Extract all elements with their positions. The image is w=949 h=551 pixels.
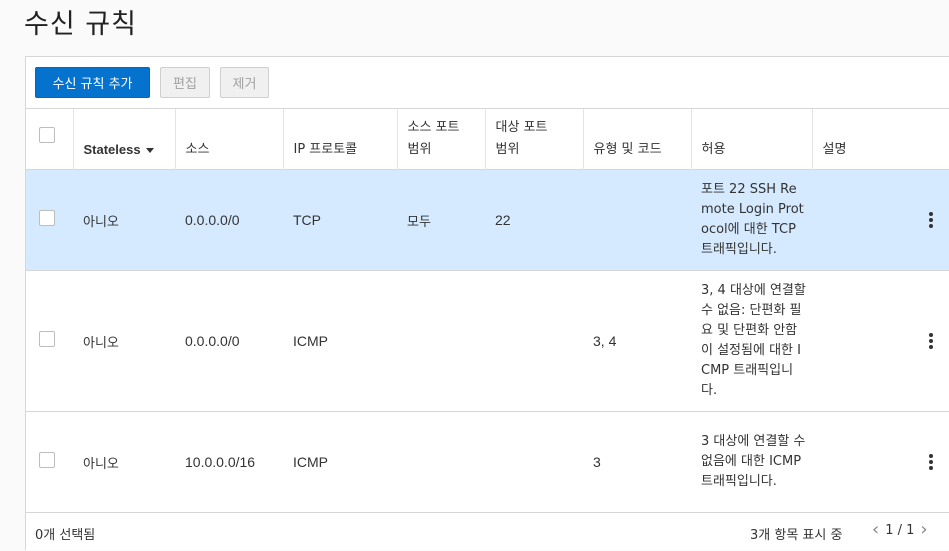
rules-table: Stateless 소스 IP 프로토콜 소스 포트 범위 대상 포트 범위 유… — [26, 108, 949, 513]
row-select-cell — [26, 411, 73, 513]
cell-type-code — [583, 169, 691, 271]
cell-type-code: 3 — [583, 411, 691, 513]
edit-button[interactable]: 편집 — [160, 67, 210, 98]
cell-stateless: 아니오 — [73, 270, 175, 412]
cell-allows: 3, 4 대상에 연결할 수 없음: 단편화 필요 및 단편화 안함이 설정됨에… — [691, 270, 812, 412]
cell-description — [812, 169, 949, 271]
cell-ip-protocol: ICMP — [283, 411, 397, 513]
table-row[interactable]: 아니오 0.0.0.0/0 TCP 모두 22 포트 22 SSH Remote… — [26, 169, 949, 271]
remove-button[interactable]: 제거 — [220, 67, 269, 98]
row-checkbox[interactable] — [39, 210, 55, 226]
cell-allows: 포트 22 SSH Remote Login Protocol에 대한 TCP … — [691, 169, 812, 271]
add-ingress-rule-button[interactable]: 수신 규칙 추가 — [35, 67, 150, 98]
cell-description — [812, 270, 949, 412]
table-header-row: Stateless 소스 IP 프로토콜 소스 포트 범위 대상 포트 범위 유… — [26, 108, 949, 170]
cell-source: 0.0.0.0/0 — [175, 270, 283, 412]
selected-count: 0개 선택됨 — [35, 528, 96, 543]
cell-dest-port — [485, 270, 583, 412]
select-all-cell — [26, 108, 73, 170]
row-checkbox[interactable] — [39, 331, 55, 347]
cell-description — [812, 411, 949, 513]
cell-allows: 3 대상에 연결할 수 없음에 대한 ICMP 트래픽입니다. — [691, 411, 812, 513]
column-header-ip-protocol: IP 프로토콜 — [282, 108, 397, 170]
cell-source-port: 모두 — [397, 169, 485, 271]
cell-source-port — [397, 411, 485, 513]
row-actions-menu-icon[interactable] — [926, 454, 936, 471]
cell-source: 0.0.0.0/0 — [175, 169, 283, 271]
row-checkbox[interactable] — [39, 452, 55, 469]
column-header-source-port: 소스 포트 범위 — [396, 108, 485, 170]
column-header-stateless[interactable]: Stateless — [72, 108, 175, 170]
column-header-description: 설명 — [811, 108, 949, 170]
row-actions-menu-icon[interactable] — [926, 333, 936, 349]
column-header-source: 소스 — [174, 108, 283, 170]
cell-dest-port: 22 — [485, 169, 583, 271]
chevron-left-icon[interactable]: ‹ — [872, 521, 879, 539]
row-select-cell — [26, 169, 73, 271]
items-count: 3개 항목 표시 중 — [750, 528, 843, 543]
cell-dest-port — [485, 411, 583, 513]
chevron-right-icon[interactable]: › — [920, 521, 927, 539]
page-indicator: 1 / 1 — [885, 522, 915, 538]
table-row[interactable]: 아니오 10.0.0.0/16 ICMP 3 3 대상에 연결할 수 없음에 대… — [26, 411, 949, 513]
cell-stateless: 아니오 — [73, 169, 175, 271]
ingress-rules-panel: 수신 규칙 추가 편집 제거 Stateless 소스 IP 프로토콜 소스 포… — [25, 56, 949, 550]
cell-ip-protocol: TCP — [283, 169, 397, 271]
pagination: ‹ 1 / 1 › — [872, 521, 928, 539]
column-header-type-code: 유형 및 코드 — [582, 108, 691, 170]
cell-source: 10.0.0.0/16 — [175, 411, 283, 513]
cell-ip-protocol: ICMP — [283, 270, 397, 412]
sort-caret-icon — [145, 148, 154, 154]
cell-type-code: 3, 4 — [583, 270, 691, 412]
table-footer: 0개 선택됨 3개 항목 표시 중 ‹ 1 / 1 › — [26, 512, 949, 551]
cell-source-port — [397, 270, 485, 412]
row-actions-menu-icon[interactable] — [926, 212, 936, 228]
column-header-allows: 허용 — [690, 108, 812, 170]
column-header-dest-port: 대상 포트 범위 — [484, 108, 583, 170]
toolbar: 수신 규칙 추가 편집 제거 — [26, 57, 949, 108]
row-select-cell — [26, 270, 73, 412]
table-row[interactable]: 아니오 0.0.0.0/0 ICMP 3, 4 3, 4 대상에 연결할 수 없… — [26, 270, 949, 412]
column-header-stateless-label: Stateless — [83, 142, 141, 157]
cell-stateless: 아니오 — [73, 411, 175, 513]
page-title: 수신 규칙 — [24, 9, 137, 40]
select-all-checkbox[interactable] — [39, 127, 55, 143]
